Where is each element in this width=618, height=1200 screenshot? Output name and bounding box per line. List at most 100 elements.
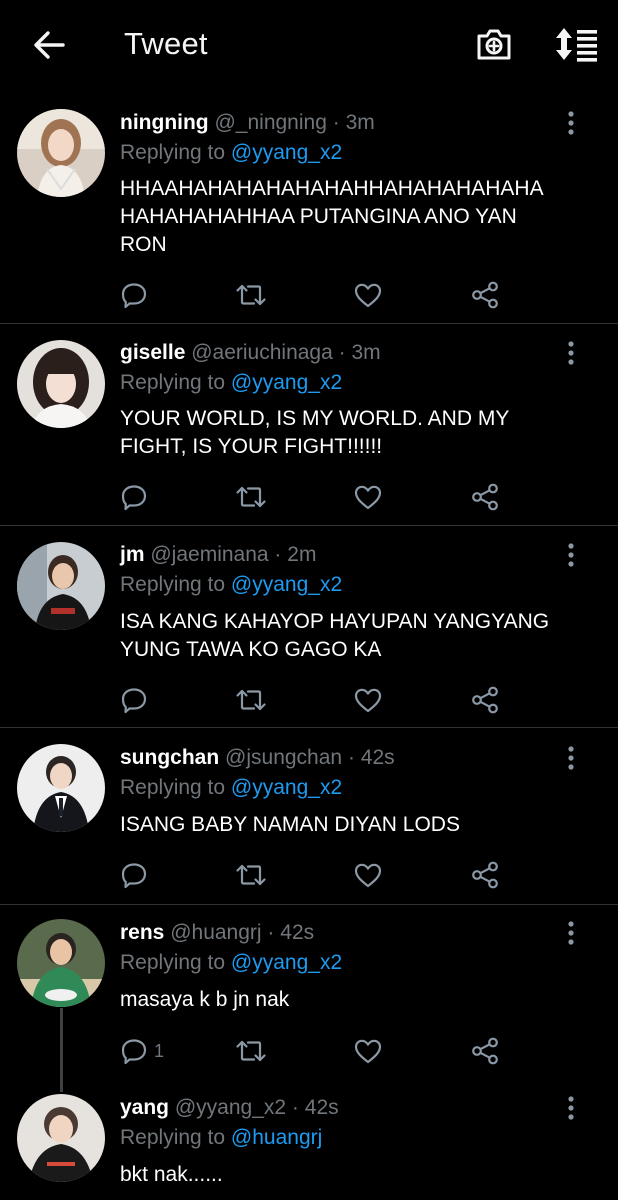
user-handle[interactable]: @jaeminana <box>150 543 268 566</box>
more-vertical-icon <box>567 109 575 137</box>
retweet-icon <box>234 1037 268 1065</box>
reply-button[interactable] <box>120 278 154 312</box>
retweet-button[interactable] <box>234 1034 268 1068</box>
user-handle[interactable]: @yyang_x2 <box>175 1096 286 1119</box>
avatar[interactable] <box>17 109 105 197</box>
retweet-icon <box>234 686 268 714</box>
avatar[interactable] <box>17 542 105 630</box>
reply-count: 1 <box>154 1040 165 1061</box>
tweet-header: jm @jaeminana · 2m <box>120 542 316 568</box>
reply-icon <box>120 483 148 511</box>
replying-to-link[interactable]: @yyang_x2 <box>231 371 342 394</box>
more-options-button[interactable] <box>558 108 584 138</box>
avatar[interactable] <box>17 1094 105 1182</box>
tweet-actions <box>120 278 520 312</box>
back-button[interactable] <box>30 26 68 64</box>
avatar-image <box>17 340 105 428</box>
top-app-bar: Tweet <box>0 0 618 92</box>
replying-to-link[interactable]: @yyang_x2 <box>231 573 342 596</box>
more-options-button[interactable] <box>558 338 584 368</box>
separator-dot: · <box>267 921 275 944</box>
more-vertical-icon <box>567 744 575 772</box>
retweet-icon <box>234 281 268 309</box>
reply-icon <box>120 686 148 714</box>
tweet-header: giselle @aeriuchinaga · 3m <box>120 340 381 366</box>
separator-dot: · <box>291 1096 299 1119</box>
replying-to-link[interactable]: @yyang_x2 <box>231 776 342 799</box>
more-vertical-icon <box>567 1094 575 1122</box>
replying-to-label: Replying to <box>120 573 226 596</box>
user-handle[interactable]: @_ningning <box>214 111 326 134</box>
replying-to-link[interactable]: @yyang_x2 <box>231 951 342 974</box>
display-name[interactable]: sungchan <box>120 746 219 769</box>
avatar-image <box>17 109 105 197</box>
replying-to-link[interactable]: @yyang_x2 <box>231 141 342 164</box>
heart-icon <box>353 281 383 309</box>
tweet-actions <box>120 683 520 717</box>
replying-to-label: Replying to <box>120 371 226 394</box>
retweet-button[interactable] <box>234 278 268 312</box>
camera-add-icon <box>477 29 511 60</box>
tweet-time: 42s <box>280 921 315 944</box>
reply-button[interactable] <box>120 858 154 892</box>
avatar[interactable] <box>17 744 105 832</box>
like-button[interactable] <box>353 858 383 892</box>
tweet-text: HHAAHAHAHAHAHAHAHHAHAHAHAHAHA HAHAHAHAHH… <box>120 177 544 256</box>
user-handle[interactable]: @huangrj <box>170 921 261 944</box>
tweet-actions <box>120 858 520 892</box>
like-button[interactable] <box>353 278 383 312</box>
heart-icon <box>353 861 383 889</box>
share-icon <box>470 861 500 889</box>
display-name[interactable]: jm <box>120 543 145 566</box>
divider <box>0 904 618 905</box>
separator-dot: · <box>347 746 355 769</box>
more-options-button[interactable] <box>558 1093 584 1123</box>
share-button[interactable] <box>470 1034 500 1068</box>
display-name[interactable]: yang <box>120 1096 169 1119</box>
more-options-button[interactable] <box>558 743 584 773</box>
avatar[interactable] <box>17 919 105 1007</box>
display-name[interactable]: rens <box>120 921 164 944</box>
sort-button[interactable] <box>553 24 599 64</box>
display-name[interactable]: giselle <box>120 341 185 364</box>
replying-to-label: Replying to <box>120 776 226 799</box>
share-button[interactable] <box>470 480 500 514</box>
display-name[interactable]: ningning <box>120 111 209 134</box>
retweet-button[interactable] <box>234 480 268 514</box>
tweet-time: 42s <box>360 746 395 769</box>
camera-button[interactable] <box>474 24 514 64</box>
replying-to-label: Replying to <box>120 951 226 974</box>
avatar[interactable] <box>17 340 105 428</box>
share-button[interactable] <box>470 278 500 312</box>
tweet-header: sungchan @jsungchan · 42s <box>120 745 395 771</box>
tweet-header: ningning @_ningning · 3m <box>120 110 375 136</box>
more-options-button[interactable] <box>558 918 584 948</box>
share-icon <box>470 483 500 511</box>
like-button[interactable] <box>353 1034 383 1068</box>
separator-dot: · <box>332 111 340 134</box>
more-options-button[interactable] <box>558 540 584 570</box>
more-vertical-icon <box>567 541 575 569</box>
user-handle[interactable]: @aeriuchinaga <box>191 341 333 364</box>
avatar-image <box>17 919 105 1007</box>
more-vertical-icon <box>567 919 575 947</box>
reply-button[interactable] <box>120 480 154 514</box>
replying-to-label: Replying to <box>120 1126 226 1149</box>
tweet-text: ISA KANG KAHAYOP HAYUPAN YANGYANG YUNG T… <box>120 610 550 661</box>
tweet-time: 3m <box>345 111 375 134</box>
tweet-header: yang @yyang_x2 · 42s <box>120 1095 339 1121</box>
replying-to-link[interactable]: @huangrj <box>231 1126 322 1149</box>
tweet-text: bkt nak...... <box>120 1163 223 1186</box>
reply-button[interactable]: 1 <box>120 1034 164 1068</box>
user-handle[interactable]: @jsungchan <box>225 746 342 769</box>
retweet-button[interactable] <box>234 683 268 717</box>
retweet-icon <box>234 483 268 511</box>
like-button[interactable] <box>353 480 383 514</box>
page-title: Tweet <box>124 26 208 61</box>
reply-button[interactable] <box>120 683 154 717</box>
tweet-text: masaya k b jn nak <box>120 988 290 1011</box>
like-button[interactable] <box>353 683 383 717</box>
share-button[interactable] <box>470 683 500 717</box>
retweet-button[interactable] <box>234 858 268 892</box>
share-button[interactable] <box>470 858 500 892</box>
